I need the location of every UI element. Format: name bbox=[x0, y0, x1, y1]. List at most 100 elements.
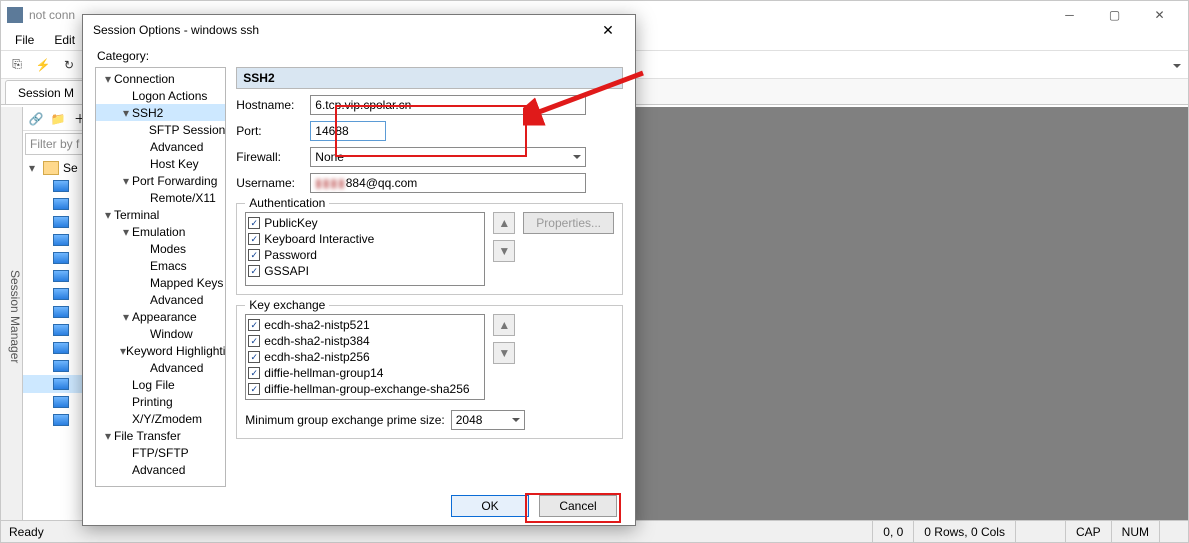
auth-up-button[interactable]: ▲ bbox=[493, 212, 515, 234]
kex-down-button[interactable]: ▼ bbox=[493, 342, 515, 364]
close-button[interactable]: ✕ bbox=[1137, 1, 1182, 29]
dialog-title: Session Options - windows ssh bbox=[93, 23, 259, 37]
category-node[interactable]: ▾SSH2 bbox=[96, 104, 225, 121]
ok-button[interactable]: OK bbox=[451, 495, 529, 517]
category-node[interactable]: Log File bbox=[96, 376, 225, 393]
username-label: Username: bbox=[236, 176, 304, 190]
auth-legend: Authentication bbox=[245, 196, 329, 210]
auth-item[interactable]: ✓Password bbox=[248, 247, 482, 263]
category-tree[interactable]: ▾ConnectionLogon Actions▾SSH2SFTP Sessio… bbox=[95, 67, 226, 487]
checkbox-icon[interactable]: ✓ bbox=[248, 335, 260, 347]
checkbox-icon[interactable]: ✓ bbox=[248, 233, 260, 245]
category-node[interactable]: Advanced bbox=[96, 461, 225, 478]
username-input[interactable]: ▮▮▮▮ 884@qq.com bbox=[310, 173, 586, 193]
auth-item[interactable]: ✓PublicKey bbox=[248, 215, 482, 231]
auth-down-button[interactable]: ▼ bbox=[493, 240, 515, 262]
monitor-icon bbox=[53, 216, 69, 228]
category-node[interactable]: X/Y/Zmodem bbox=[96, 410, 225, 427]
monitor-icon bbox=[53, 324, 69, 336]
monitor-icon bbox=[53, 414, 69, 426]
checkbox-icon[interactable]: ✓ bbox=[248, 249, 260, 261]
min-prime-combo[interactable]: 2048 bbox=[451, 410, 525, 430]
checkbox-icon[interactable]: ✓ bbox=[248, 383, 260, 395]
monitor-icon bbox=[53, 360, 69, 372]
category-node[interactable]: Mapped Keys bbox=[96, 274, 225, 291]
category-node[interactable]: ▾Terminal bbox=[96, 206, 225, 223]
kex-item[interactable]: ✓diffie-hellman-group-exchange-sha256 bbox=[248, 381, 482, 397]
category-node[interactable]: Advanced bbox=[96, 359, 225, 376]
category-node[interactable]: Host Key bbox=[96, 155, 225, 172]
session-manager-rail[interactable]: Session Manager bbox=[1, 107, 23, 520]
category-node[interactable]: ▾Emulation bbox=[96, 223, 225, 240]
monitor-icon bbox=[53, 396, 69, 408]
auth-item[interactable]: ✓GSSAPI bbox=[248, 263, 482, 279]
category-node[interactable]: Emacs bbox=[96, 257, 225, 274]
category-node[interactable]: ▾Connection bbox=[96, 70, 225, 87]
category-node[interactable]: Logon Actions bbox=[96, 87, 225, 104]
tool-reconnect-icon[interactable]: ↻ bbox=[59, 55, 79, 75]
category-node[interactable]: ▾Appearance bbox=[96, 308, 225, 325]
menu-edit[interactable]: Edit bbox=[46, 31, 83, 49]
status-ready: Ready bbox=[9, 525, 44, 539]
category-node[interactable]: Advanced bbox=[96, 291, 225, 308]
category-node[interactable]: ▾Keyword Highlighting bbox=[96, 342, 225, 359]
category-node[interactable]: ▾Port Forwarding bbox=[96, 172, 225, 189]
port-label: Port: bbox=[236, 124, 304, 138]
session-options-dialog: Session Options - windows ssh ✕ Category… bbox=[82, 14, 636, 526]
tool-connect-icon[interactable]: ⎘ bbox=[7, 55, 27, 75]
monitor-icon bbox=[53, 378, 69, 390]
minimize-button[interactable]: ─ bbox=[1047, 1, 1092, 29]
hostname-input[interactable] bbox=[310, 95, 586, 115]
checkbox-icon[interactable]: ✓ bbox=[248, 367, 260, 379]
category-node[interactable]: Printing bbox=[96, 393, 225, 410]
kex-list[interactable]: ✓ecdh-sha2-nistp521✓ecdh-sha2-nistp384✓e… bbox=[245, 314, 485, 400]
app-icon bbox=[7, 7, 23, 23]
category-node[interactable]: FTP/SFTP bbox=[96, 444, 225, 461]
port-input[interactable] bbox=[310, 121, 386, 141]
checkbox-icon[interactable]: ✓ bbox=[248, 351, 260, 363]
toolbar-overflow-icon[interactable] bbox=[1170, 60, 1184, 76]
monitor-icon bbox=[53, 270, 69, 282]
category-node[interactable]: Remote/X11 bbox=[96, 189, 225, 206]
status-cap: CAP bbox=[1065, 521, 1111, 542]
tab-session-manager[interactable]: Session M bbox=[5, 80, 87, 104]
checkbox-icon[interactable]: ✓ bbox=[248, 265, 260, 277]
kex-item[interactable]: ✓ecdh-sha2-nistp256 bbox=[248, 349, 482, 365]
section-header: SSH2 bbox=[236, 67, 623, 89]
monitor-icon bbox=[53, 234, 69, 246]
firewall-label: Firewall: bbox=[236, 150, 304, 164]
monitor-icon bbox=[53, 180, 69, 192]
maximize-button[interactable]: ▢ bbox=[1092, 1, 1137, 29]
link-icon[interactable]: 🔗 bbox=[27, 110, 45, 128]
monitor-icon bbox=[53, 306, 69, 318]
kex-item[interactable]: ✓ecdh-sha2-nistp384 bbox=[248, 333, 482, 349]
firewall-combo[interactable]: None bbox=[310, 147, 586, 167]
monitor-icon bbox=[53, 198, 69, 210]
new-folder-icon[interactable]: 📁 bbox=[49, 110, 67, 128]
auth-list[interactable]: ✓PublicKey✓Keyboard Interactive✓Password… bbox=[245, 212, 485, 286]
hostname-label: Hostname: bbox=[236, 98, 304, 112]
kex-legend: Key exchange bbox=[245, 298, 329, 312]
category-node[interactable]: Advanced bbox=[96, 138, 225, 155]
kex-item[interactable]: ✓ecdh-sha2-nistp521 bbox=[248, 317, 482, 333]
kex-up-button[interactable]: ▲ bbox=[493, 314, 515, 336]
kex-group: Key exchange ✓ecdh-sha2-nistp521✓ecdh-sh… bbox=[236, 305, 623, 439]
checkbox-icon[interactable]: ✓ bbox=[248, 319, 260, 331]
checkbox-icon[interactable]: ✓ bbox=[248, 217, 260, 229]
category-node[interactable]: SFTP Session bbox=[96, 121, 225, 138]
status-num: NUM bbox=[1111, 521, 1159, 542]
kex-item[interactable]: ✓diffie-hellman-group14 bbox=[248, 365, 482, 381]
monitor-icon bbox=[53, 252, 69, 264]
category-node[interactable]: ▾File Transfer bbox=[96, 427, 225, 444]
category-node[interactable]: Window bbox=[96, 325, 225, 342]
tool-quick-icon[interactable]: ⚡ bbox=[33, 55, 53, 75]
status-pos: 0, 0 bbox=[872, 521, 913, 542]
cancel-button[interactable]: Cancel bbox=[539, 495, 617, 517]
category-node[interactable]: Modes bbox=[96, 240, 225, 257]
status-rows-cols: 0 Rows, 0 Cols bbox=[913, 521, 1015, 542]
dialog-close-button[interactable]: ✕ bbox=[591, 18, 625, 42]
menu-file[interactable]: File bbox=[7, 31, 42, 49]
properties-button[interactable]: Properties... bbox=[523, 212, 614, 234]
main-title: not conn bbox=[29, 8, 75, 22]
auth-item[interactable]: ✓Keyboard Interactive bbox=[248, 231, 482, 247]
